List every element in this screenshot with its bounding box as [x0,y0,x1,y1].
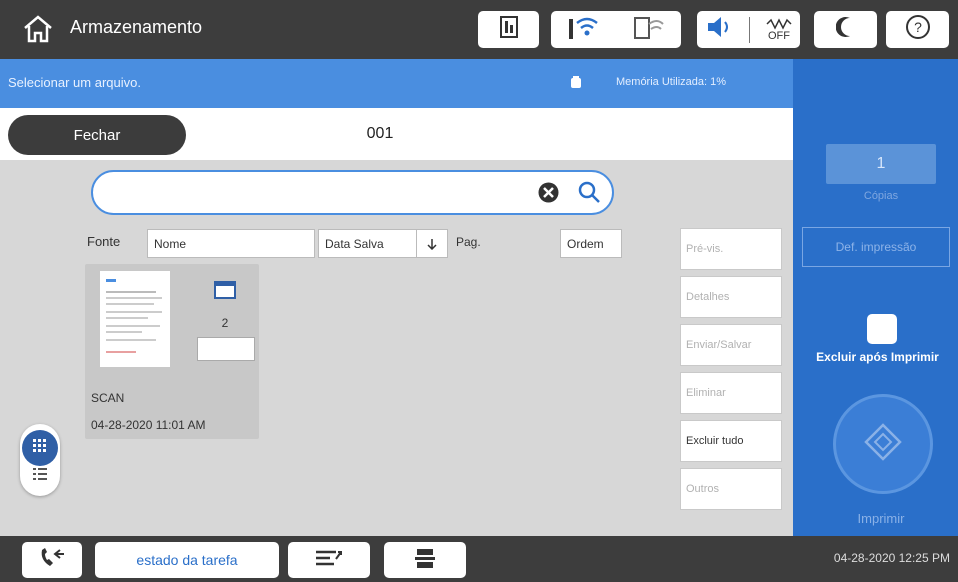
folder-number: 001 [366,125,394,142]
file-date: 04-28-2020 11:01 AM [91,418,206,432]
memory-icon [570,75,582,89]
home-icon[interactable] [22,14,54,44]
print-label: Imprimir [857,511,905,526]
sort-name-label: Nome [154,236,187,251]
quiet-off-label: OFF [768,29,790,42]
sleep-button[interactable] [814,11,877,48]
sound-icon [705,15,733,44]
file-name: SCAN [91,391,125,405]
fax-phone-icon [38,546,66,575]
fax-log-button[interactable] [22,542,82,578]
datetime: 04-28-2020 12:25 PM [833,551,950,565]
ink-status-button[interactable] [478,11,539,48]
document-icon [213,280,237,300]
sleep-icon [835,16,856,43]
file-thumbnail [100,271,170,367]
search-icon[interactable] [576,179,602,205]
delete-after-print-checkbox[interactable] [867,314,897,344]
memory-usage: Memória Utilizada: 1% [616,76,727,88]
print-start-button[interactable] [833,394,933,494]
file-page-count: 2 [221,316,229,330]
sort-name-button[interactable]: Nome [147,229,315,258]
sort-order-label: Ordem [567,236,604,251]
send-save-button[interactable]: Enviar/Salvar [680,324,782,366]
job-status-button[interactable]: estado da tarefa [95,542,279,578]
delete-after-print-label: Excluir após Imprimir [816,350,939,364]
wifi-icon [567,13,601,46]
search-box [91,170,614,215]
paper-feed-icon [314,547,344,574]
preview-button[interactable]: Pré-vis. [680,228,782,270]
list-icon [33,467,47,485]
help-button[interactable]: ? [886,11,949,48]
feed-button[interactable] [288,542,370,578]
instruction-text: Selecionar um arquivo. [8,75,141,90]
details-button[interactable]: Detalhes [680,276,782,318]
clear-icon[interactable] [537,181,560,204]
grid-icon [33,438,47,458]
list-view-button[interactable] [22,458,58,494]
sort-order-button[interactable]: Ordem [560,229,622,258]
source-label: Fonte [87,234,121,249]
app-title: Armazenamento [70,17,203,37]
sort-date-label: Data Salva [325,236,384,251]
sort-desc-icon [416,230,447,257]
network-status-button[interactable] [551,11,681,48]
copy-mode-button[interactable] [384,542,466,578]
close-button[interactable]: Fechar [8,115,186,155]
search-input[interactable] [111,181,515,207]
copies-input[interactable]: 1 [826,144,936,184]
wifi-direct-icon [633,14,665,45]
others-button[interactable]: Outros [680,468,782,510]
delete-all-button[interactable]: Excluir tudo [680,420,782,462]
file-order-field[interactable] [197,337,255,361]
help-icon: ? [905,14,931,45]
sort-date-button[interactable]: Data Salva [318,229,448,258]
quiet-off-icon: OFF [766,17,792,42]
sound-status-button[interactable]: OFF [697,11,800,48]
copies-label: Cópias [863,190,899,202]
sort-pages-label: Pag. [456,235,481,249]
start-diamond-icon [863,422,903,467]
printer-icon [414,547,436,574]
print-settings-button[interactable]: Def. impressão [802,227,950,267]
delete-button[interactable]: Eliminar [680,372,782,414]
ink-icon [498,15,520,44]
svg-text:?: ? [914,19,922,35]
